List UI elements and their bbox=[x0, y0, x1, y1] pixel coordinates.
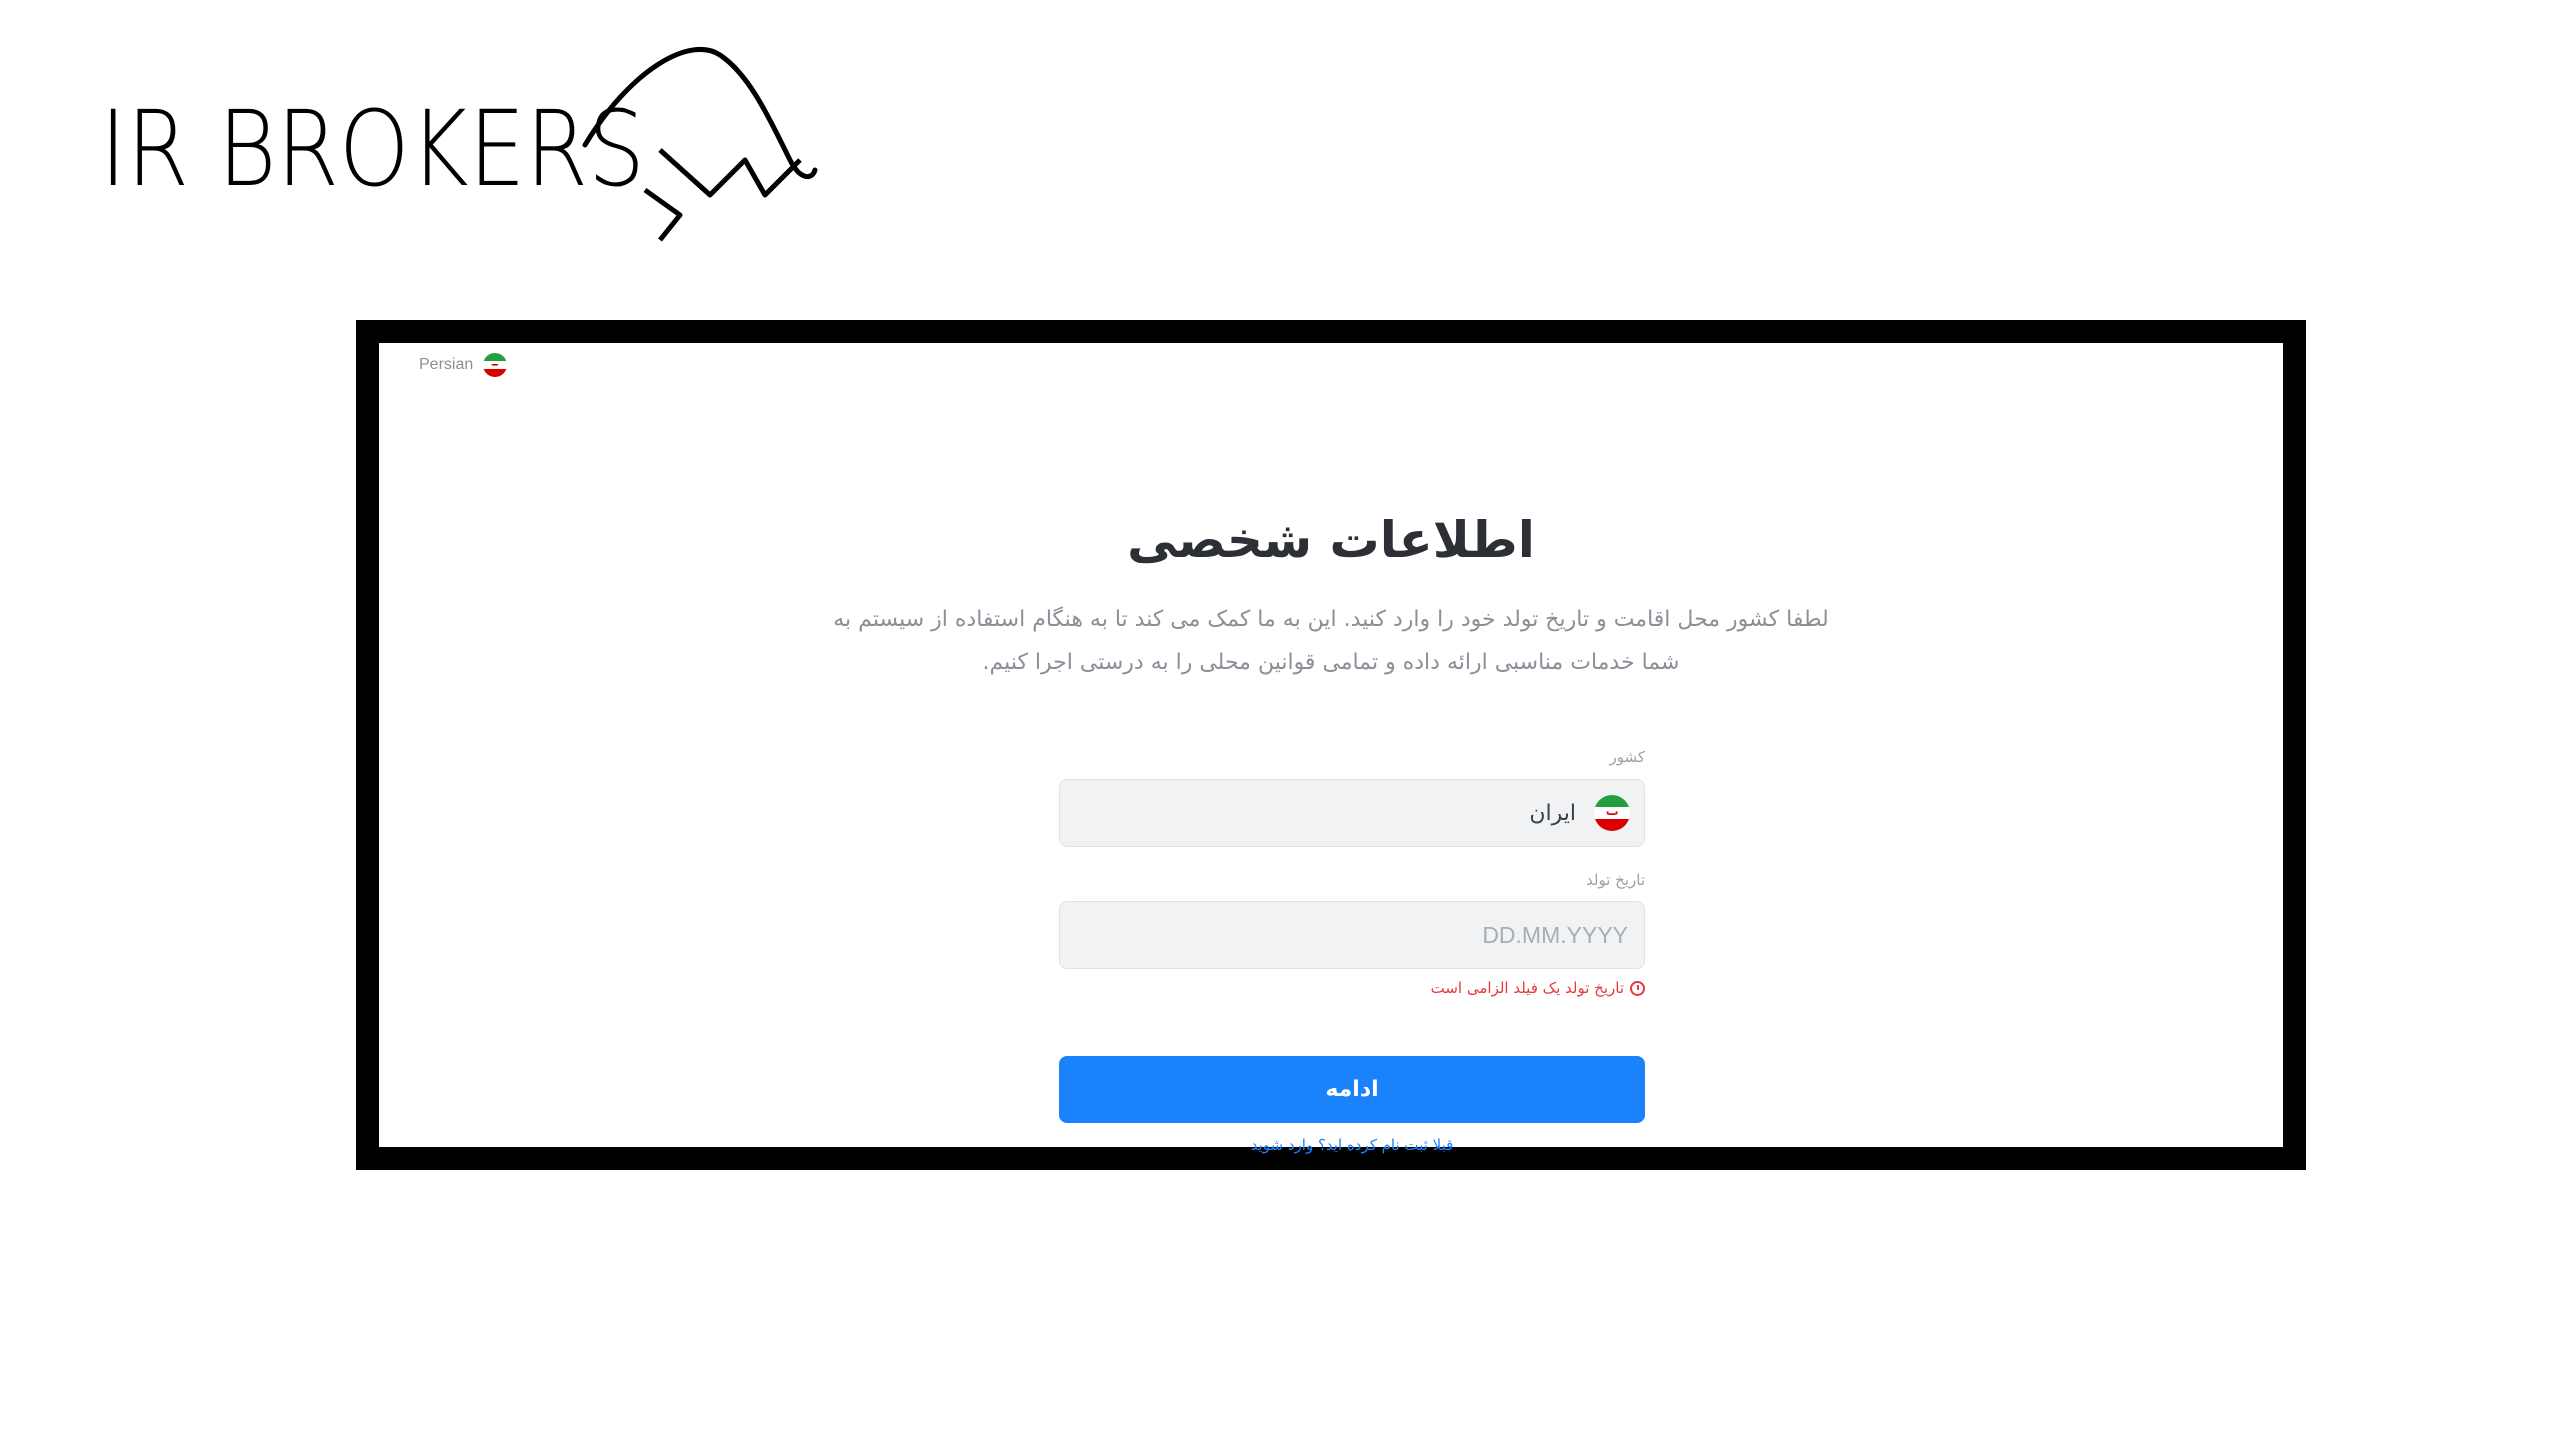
iran-flag-icon bbox=[483, 353, 508, 377]
continue-button[interactable]: ادامه bbox=[1059, 1056, 1645, 1123]
signup-screenshot-frame: Persian اطلاعات شخصی لطفا کشور محل اقامت… bbox=[356, 320, 2306, 1170]
description-line-1: لطفا کشور محل اقامت و تاریخ تولد خود را … bbox=[833, 607, 1829, 632]
login-link[interactable]: قبلا ثبت نام کرده اید؟ وارد شوید bbox=[1059, 1136, 1645, 1154]
description-line-2: شما خدمات مناسبی ارائه داده و تمامی قوان… bbox=[982, 650, 1680, 675]
page-description: لطفا کشور محل اقامت و تاریخ تولد خود را … bbox=[779, 598, 1883, 684]
country-select[interactable]: ایران bbox=[1059, 779, 1645, 847]
ir-brokers-logo: IR BROKERS bbox=[100, 40, 820, 255]
logo-wordmark: IR BROKERS bbox=[100, 88, 645, 210]
error-icon bbox=[1630, 980, 1645, 996]
birthdate-error: تاریخ تولد یک فیلد الزامی است bbox=[1059, 979, 1645, 997]
birthdate-input[interactable] bbox=[1074, 901, 1630, 969]
country-label: کشور bbox=[1609, 748, 1645, 766]
birthdate-label: تاریخ تولد bbox=[1586, 871, 1645, 889]
arrow-mark-icon bbox=[643, 187, 683, 242]
country-value: ایران bbox=[1529, 800, 1576, 826]
birthdate-field-wrapper bbox=[1059, 901, 1645, 969]
page-title: اطلاعات شخصی bbox=[1127, 511, 1535, 569]
language-label: Persian bbox=[419, 356, 474, 373]
language-switcher[interactable]: Persian bbox=[419, 353, 508, 377]
chart-line-icon bbox=[658, 148, 802, 198]
personal-info-page: Persian اطلاعات شخصی لطفا کشور محل اقامت… bbox=[379, 343, 2283, 1154]
birthdate-error-text: تاریخ تولد یک فیلد الزامی است bbox=[1430, 979, 1624, 997]
iran-flag-icon bbox=[1594, 795, 1630, 831]
